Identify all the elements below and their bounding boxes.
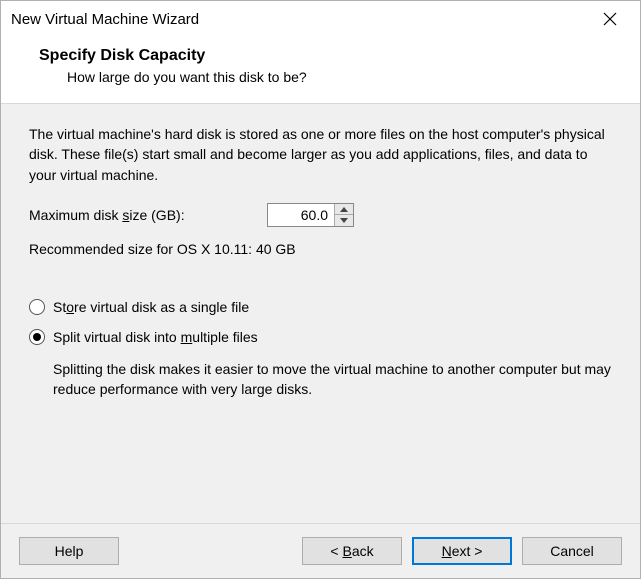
description-text: The virtual machine's hard disk is store… xyxy=(29,124,612,185)
radio-icon xyxy=(29,299,45,315)
help-button[interactable]: Help xyxy=(19,537,119,565)
cancel-button[interactable]: Cancel xyxy=(522,537,622,565)
disk-size-input[interactable] xyxy=(268,204,334,226)
chevron-down-icon xyxy=(340,218,348,223)
disk-storage-radio-group: Store virtual disk as a single file Spli… xyxy=(29,299,612,345)
window-title: New Virtual Machine Wizard xyxy=(11,11,590,28)
chevron-up-icon xyxy=(340,207,348,212)
disk-size-row: Maximum disk size (GB): xyxy=(29,203,612,227)
radio-icon xyxy=(29,329,45,345)
next-button[interactable]: Next > xyxy=(412,537,512,565)
wizard-content: The virtual machine's hard disk is store… xyxy=(1,103,640,524)
titlebar: New Virtual Machine Wizard xyxy=(1,1,640,37)
back-button[interactable]: < Back xyxy=(302,537,402,565)
disk-size-spinner[interactable] xyxy=(267,203,354,227)
page-subtitle: How large do you want this disk to be? xyxy=(67,69,640,85)
spinner-up-button[interactable] xyxy=(335,204,353,216)
close-button[interactable] xyxy=(590,5,630,33)
wizard-window: New Virtual Machine Wizard Specify Disk … xyxy=(0,0,641,579)
radio-split-files-label: Split virtual disk into multiple files xyxy=(53,329,258,345)
spinner-buttons xyxy=(334,204,353,226)
wizard-header: Specify Disk Capacity How large do you w… xyxy=(1,37,640,103)
page-title: Specify Disk Capacity xyxy=(39,47,640,65)
wizard-footer: Help < Back Next > Cancel xyxy=(1,524,640,578)
spinner-down-button[interactable] xyxy=(335,215,353,226)
radio-single-file-label: Store virtual disk as a single file xyxy=(53,299,249,315)
recommended-size-text: Recommended size for OS X 10.11: 40 GB xyxy=(29,241,612,257)
split-description-text: Splitting the disk makes it easier to mo… xyxy=(53,359,612,400)
radio-single-file[interactable]: Store virtual disk as a single file xyxy=(29,299,612,315)
radio-split-files[interactable]: Split virtual disk into multiple files xyxy=(29,329,612,345)
close-icon xyxy=(603,12,617,26)
disk-size-label: Maximum disk size (GB): xyxy=(29,207,267,223)
